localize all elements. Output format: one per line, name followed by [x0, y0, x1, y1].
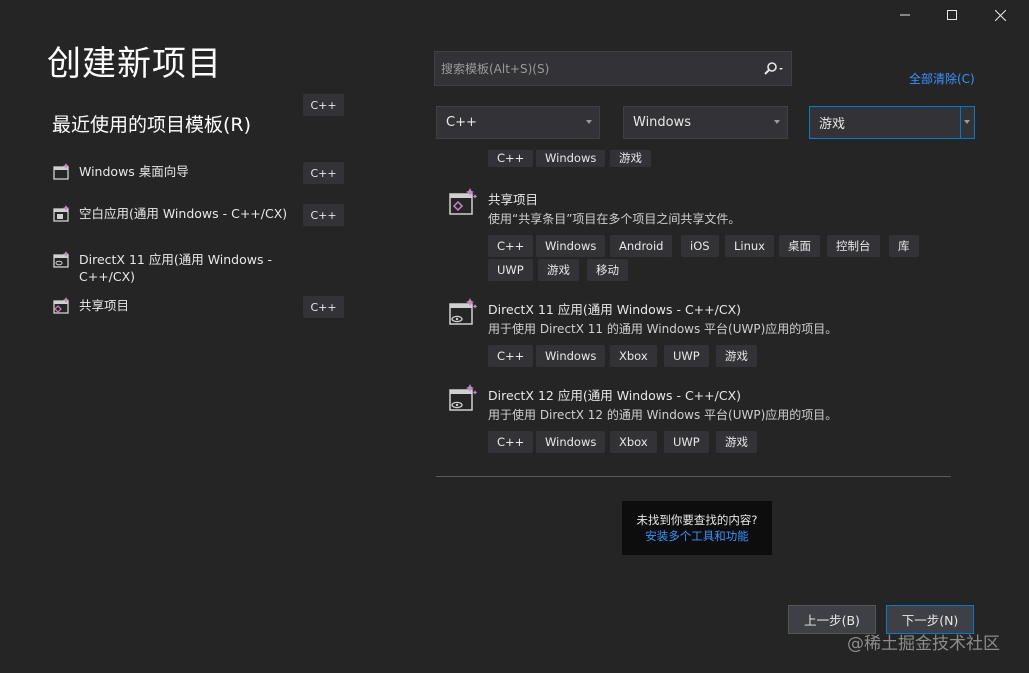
template-description: 使用“共享条目”项目在多个项目之间共享文件。	[488, 212, 741, 226]
close-icon	[994, 9, 1006, 21]
template-tag: 桌面	[779, 235, 820, 257]
minimize-icon	[900, 14, 910, 16]
template-tag: 游戏	[538, 259, 579, 281]
chevron-down-icon	[774, 120, 780, 124]
search-button[interactable]	[757, 52, 791, 85]
template-tag: 库	[889, 235, 919, 257]
template-tag: iOS	[681, 235, 719, 257]
recent-item-tag: C++	[303, 162, 344, 184]
template-description: 用于使用 DirectX 11 的通用 Windows 平台(UWP)应用的项目…	[488, 322, 838, 336]
template-description: 用于使用 DirectX 12 的通用 Windows 平台(UWP)应用的项目…	[488, 408, 838, 422]
template-tag: Xbox	[610, 345, 657, 367]
template-tag: Windows	[536, 150, 606, 167]
clear-all-link[interactable]: 全部清除(C)	[909, 70, 975, 87]
chevron-down-icon	[964, 120, 970, 124]
template-tag: UWP	[488, 259, 533, 281]
language-filter[interactable]: C++	[436, 106, 600, 139]
recent-item-label: 空白应用(通用 Windows - C++/CX)	[79, 206, 288, 221]
template-results-list: C++ Windows 游戏 共享项目 使用“共享条目”项目在多个项目之间共享文…	[436, 150, 956, 480]
recent-item-tag: C++	[303, 296, 344, 318]
template-title: DirectX 11 应用(通用 Windows - C++/CX)	[488, 302, 742, 317]
template-tag: UWP	[664, 431, 709, 453]
install-tools-link[interactable]: 安装多个工具和功能	[645, 528, 749, 544]
template-tag: 移动	[587, 259, 628, 281]
template-tag: Windows	[536, 431, 606, 453]
recent-item-directx11[interactable]: DirectX 11 应用(通用 Windows - C++/CX) C++	[52, 94, 352, 285]
template-tag: Linux	[725, 235, 774, 257]
search-input[interactable]	[435, 52, 757, 85]
recent-item-label: 共享项目	[79, 298, 130, 313]
maximize-icon	[947, 10, 957, 20]
directx-app-icon	[449, 298, 478, 325]
template-title: 共享项目	[488, 192, 539, 207]
template-tag: C++	[488, 431, 534, 453]
template-title: DirectX 12 应用(通用 Windows - C++/CX)	[488, 388, 742, 403]
template-tag: C++	[488, 150, 534, 167]
template-tag: Windows	[536, 235, 606, 257]
template-tag: Xbox	[610, 431, 657, 453]
not-found-panel: 未找到你要查找的内容? 安装多个工具和功能	[622, 501, 772, 555]
template-tag: UWP	[664, 345, 709, 367]
page-title: 创建新项目	[47, 44, 222, 84]
template-tag: Android	[610, 235, 673, 257]
directx-app-icon	[53, 251, 69, 268]
recent-item-blank-app[interactable]: 空白应用(通用 Windows - C++/CX) C++	[52, 198, 352, 226]
recent-templates-title: 最近使用的项目模板(R)	[52, 114, 252, 136]
template-tag: 游戏	[610, 150, 651, 167]
recent-item-tag: C++	[303, 204, 344, 226]
not-found-text: 未找到你要查找的内容?	[636, 513, 758, 527]
watermark: @稀土掘金技术社区	[847, 634, 1000, 654]
close-button[interactable]	[977, 0, 1023, 30]
directx-app-icon	[449, 384, 478, 411]
shared-project-icon	[449, 188, 478, 215]
recent-item-label: Windows 桌面向导	[79, 164, 189, 179]
recent-item-windows-desktop[interactable]: Windows 桌面向导 C++	[52, 156, 352, 184]
maximize-button[interactable]	[929, 0, 975, 30]
shared-project-icon	[53, 297, 69, 314]
project-type-filter[interactable]: 游戏	[809, 106, 975, 139]
recent-item-label: DirectX 11 应用(通用 Windows - C++/CX)	[79, 252, 272, 284]
recent-item-shared-project[interactable]: 共享项目 C++	[52, 290, 352, 318]
template-tag: Windows	[536, 345, 606, 367]
template-tag: 游戏	[716, 345, 757, 367]
language-filter-value: C++	[446, 115, 477, 130]
minimize-button[interactable]	[882, 0, 928, 30]
recent-item-tag: C++	[303, 94, 344, 116]
template-tag: 控制台	[827, 235, 880, 257]
platform-filter[interactable]: Windows	[623, 106, 788, 139]
blank-app-icon	[53, 205, 69, 222]
chevron-down-icon	[586, 120, 592, 124]
project-type-filter-value: 游戏	[819, 117, 846, 132]
search-box	[434, 51, 792, 86]
results-divider	[436, 476, 951, 477]
platform-filter-value: Windows	[633, 115, 692, 130]
search-icon	[764, 61, 783, 75]
template-tag: C++	[488, 345, 534, 367]
template-tag: C++	[488, 235, 534, 257]
windows-desktop-wizard-icon	[53, 163, 69, 180]
template-tag: 游戏	[716, 431, 757, 453]
